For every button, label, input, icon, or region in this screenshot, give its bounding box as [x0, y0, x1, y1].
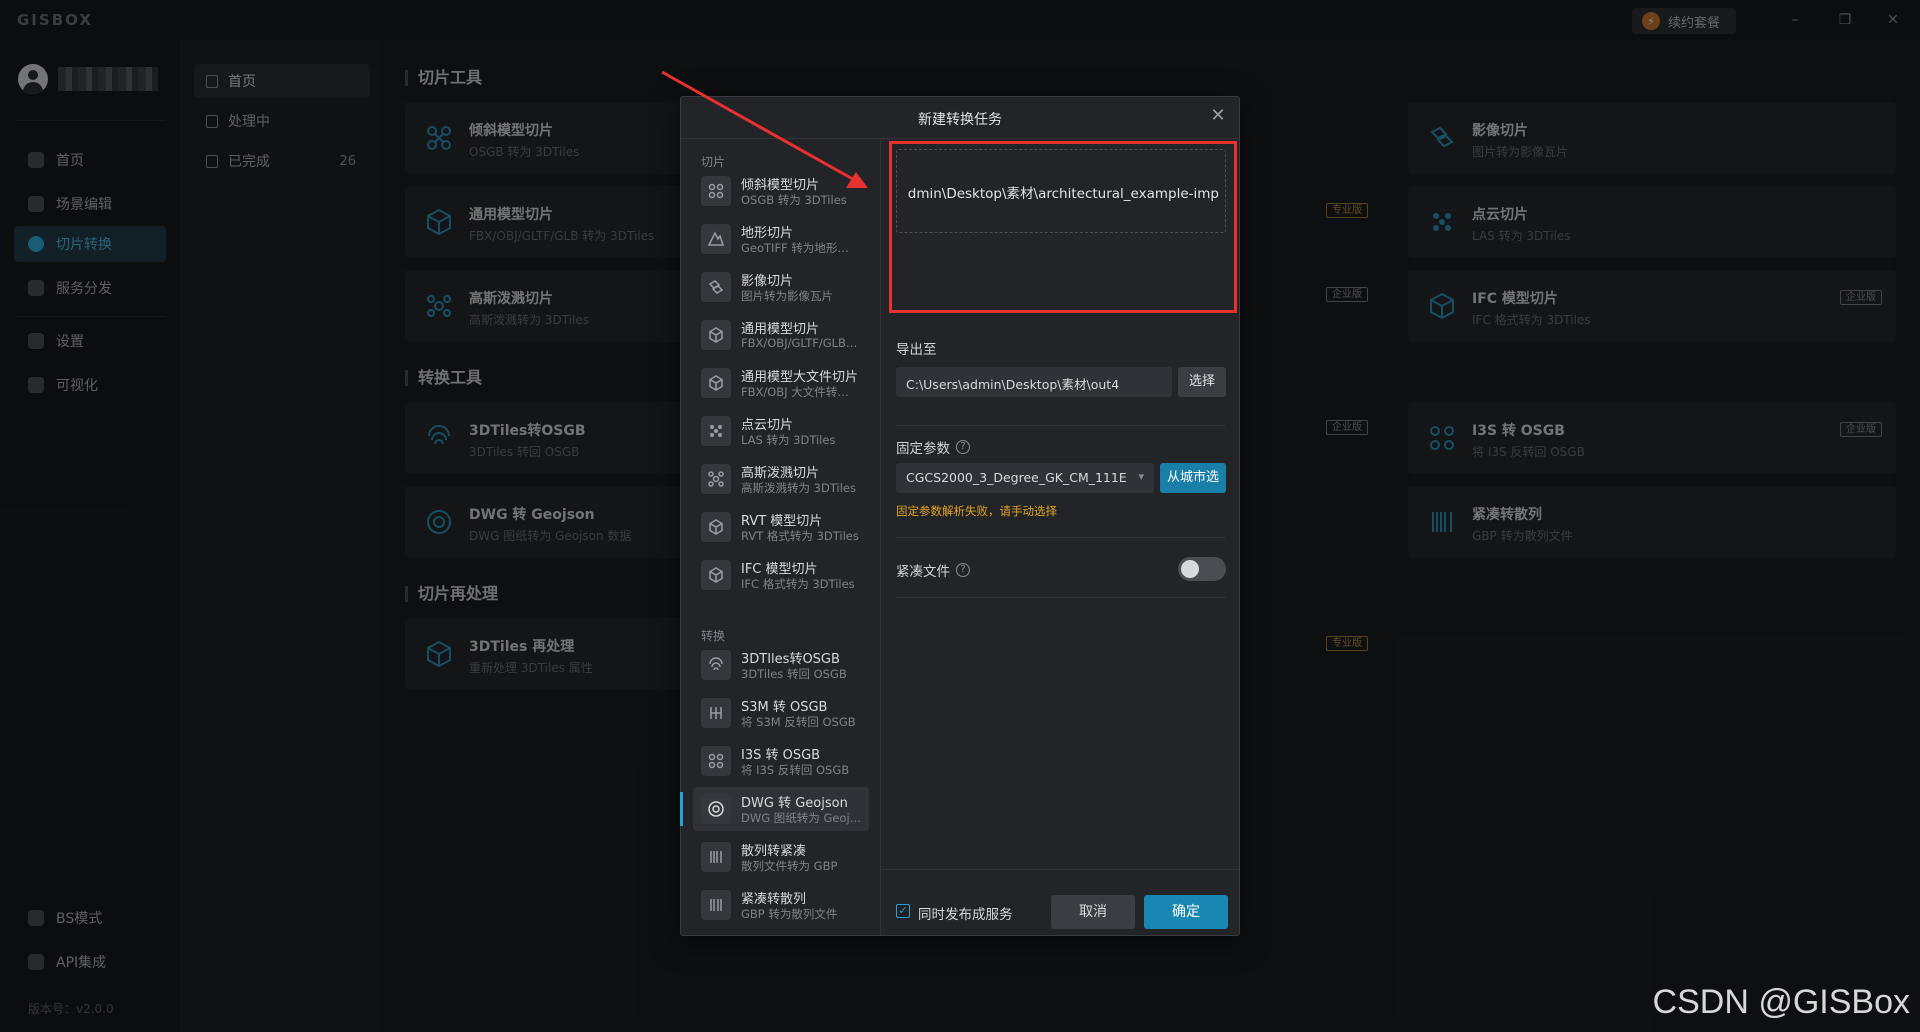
hash-to-compact-icon [701, 842, 731, 872]
tool-desc: 高斯泼溅转为 3DTiles [741, 481, 856, 495]
tool-item-i3s[interactable]: I3S 转 OSGB 将 I3S 反转回 OSGB [693, 739, 869, 783]
tool-item-compact-to-hash[interactable]: 紧凑转散列 GBP 转为散列文件 [693, 883, 869, 927]
tool-desc: DWG 图纸转为 Geoj… [741, 811, 862, 825]
tool-item-large-model[interactable]: 通用模型大文件切片 FBX/OBJ 大文件转… [693, 361, 869, 405]
help-icon[interactable]: ? [956, 440, 970, 454]
compact-toggle[interactable] [1178, 557, 1226, 581]
chevron-down-icon: ▾ [1138, 470, 1144, 483]
tool-item-point-cloud[interactable]: 点云切片 LAS 转为 3DTiles [693, 409, 869, 453]
ifc-icon [701, 560, 731, 590]
gaussian-icon [701, 464, 731, 494]
help-icon[interactable]: ? [956, 563, 970, 577]
compact-label: 紧凑文件 [896, 564, 950, 580]
tool-desc: FBX/OBJ 大文件转… [741, 385, 849, 399]
rvt-icon [701, 512, 731, 542]
tool-desc: 将 S3M 反转回 OSGB [741, 715, 856, 729]
tool-desc: RVT 格式转为 3DTiles [741, 529, 859, 543]
tool-desc: IFC 格式转为 3DTiles [741, 577, 855, 591]
compact-to-hash-icon [701, 890, 731, 920]
model-icon [701, 320, 731, 350]
tool-item-3dtiles-osgb[interactable]: 3DTIles转OSGB 3DTiles 转回 OSGB [693, 643, 869, 687]
tool-item-rvt[interactable]: RVT 模型切片 RVT 格式转为 3DTiles [693, 505, 869, 549]
tool-item-imagery[interactable]: 影像切片 图片转为影像瓦片 [693, 265, 869, 309]
dialog-title: 新建转换任务 [918, 112, 1002, 128]
tool-item-ifc[interactable]: IFC 模型切片 IFC 格式转为 3DTiles [693, 553, 869, 597]
tool-name: 地形切片 [741, 226, 794, 241]
tool-name: 通用模型大文件切片 [741, 370, 859, 385]
dialog-footer-divider [882, 869, 1239, 870]
confirm-button[interactable]: 确定 [1144, 895, 1228, 929]
publish-service-checkbox[interactable]: ✓ [896, 904, 910, 918]
oblique-model-icon [701, 176, 731, 206]
s3m-icon [701, 698, 731, 728]
dialog-header: 新建转换任务 ✕ [681, 97, 1239, 139]
tool-desc: GBP 转为散列文件 [741, 907, 838, 921]
form-divider [896, 425, 1226, 426]
selection-indicator [680, 792, 683, 826]
large-model-icon [701, 368, 731, 398]
tool-desc: GeoTIFF 转为地形… [741, 241, 849, 255]
tool-name: RVT 模型切片 [741, 514, 823, 529]
tool-name: 倾斜模型切片 [741, 178, 820, 193]
tool-item-gaussian[interactable]: 高斯泼溅切片 高斯泼溅转为 3DTiles [693, 457, 869, 501]
tool-item-hash-to-compact[interactable]: 散列转紧凑 散列文件转为 GBP [693, 835, 869, 879]
imagery-icon [701, 272, 731, 302]
task-form: ,admin\Desktop\素材\architectural_example-… [882, 139, 1239, 935]
fixed-params-label: 固定参数 [896, 441, 950, 457]
tool-desc: OSGB 转为 3DTiles [741, 193, 847, 207]
tool-desc: 将 I3S 反转回 OSGB [741, 763, 850, 777]
crs-select[interactable]: CGCS2000_3_Degree_GK_CM_111E ▾ [896, 463, 1154, 493]
tool-item-generic-model[interactable]: 通用模型切片 FBX/OBJ/GLTF/GLB… [693, 313, 869, 357]
tool-item-s3m[interactable]: S3M 转 OSGB 将 S3M 反转回 OSGB [693, 691, 869, 735]
tool-desc: 散列文件转为 GBP [741, 859, 838, 873]
tool-item-terrain[interactable]: 地形切片 GeoTIFF 转为地形… [693, 217, 869, 261]
tool-desc: 3DTiles 转回 OSGB [741, 667, 847, 681]
tool-list: 切片 倾斜模型切片 OSGB 转为 3DTiles 地形切片 GeoTIFF 转… [680, 139, 881, 935]
terrain-icon [701, 224, 731, 254]
tool-name: 紧凑转散列 [741, 892, 807, 907]
tool-name: 3DTIles转OSGB [741, 652, 840, 667]
publish-service-label[interactable]: 同时发布成服务 [918, 903, 1013, 923]
new-task-dialog: 新建转换任务 ✕ 切片 倾斜模型切片 OSGB 转为 3DTiles 地形切片 … [680, 96, 1240, 936]
cancel-button[interactable]: 取消 [1051, 895, 1135, 929]
tool-name: I3S 转 OSGB [741, 748, 821, 763]
tool-name: S3M 转 OSGB [741, 700, 828, 715]
i3s-icon [701, 746, 731, 776]
export-label: 导出至 [896, 342, 937, 358]
tool-name: 通用模型切片 [741, 322, 820, 337]
compact-row: 紧凑文件 ? [896, 560, 970, 580]
crs-value: CGCS2000_3_Degree_GK_CM_111E [906, 470, 1127, 485]
group-label-slice: 切片 [701, 155, 726, 169]
tool-name: 影像切片 [741, 274, 794, 289]
tool-item-oblique[interactable]: 倾斜模型切片 OSGB 转为 3DTiles [693, 169, 869, 213]
fixed-params-row: 固定参数 ? [896, 437, 970, 457]
point-cloud-icon [701, 416, 731, 446]
tool-name: 散列转紧凑 [741, 844, 807, 859]
tool-desc: 图片转为影像瓦片 [741, 289, 833, 303]
tool-name: DWG 转 Geojson [741, 796, 848, 811]
tool-name: IFC 模型切片 [741, 562, 818, 577]
annotation-highlight-box [889, 141, 1237, 313]
watermark-text: CSDN @GISBox [1652, 983, 1910, 1021]
dwg-icon [701, 794, 731, 824]
tool-desc: LAS 转为 3DTiles [741, 433, 836, 447]
crs-warning: 固定参数解析失败，请手动选择 [896, 504, 1057, 518]
tool-item-dwg[interactable]: DWG 转 Geojson DWG 图纸转为 Geoj… [693, 787, 869, 831]
group-label-convert: 转换 [701, 629, 726, 643]
tiles-to-osgb-icon [701, 650, 731, 680]
tool-name: 高斯泼溅切片 [741, 466, 820, 481]
select-from-city-button[interactable]: 从城市选 [1160, 463, 1226, 493]
close-icon[interactable]: ✕ [1209, 107, 1227, 125]
form-divider [896, 537, 1226, 538]
form-divider [896, 597, 1226, 598]
tool-name: 点云切片 [741, 418, 794, 433]
choose-folder-button[interactable]: 选择 [1178, 367, 1226, 397]
tool-desc: FBX/OBJ/GLTF/GLB… [741, 336, 858, 350]
export-path-input[interactable]: C:\Users\admin\Desktop\素材\out4 [896, 367, 1172, 397]
